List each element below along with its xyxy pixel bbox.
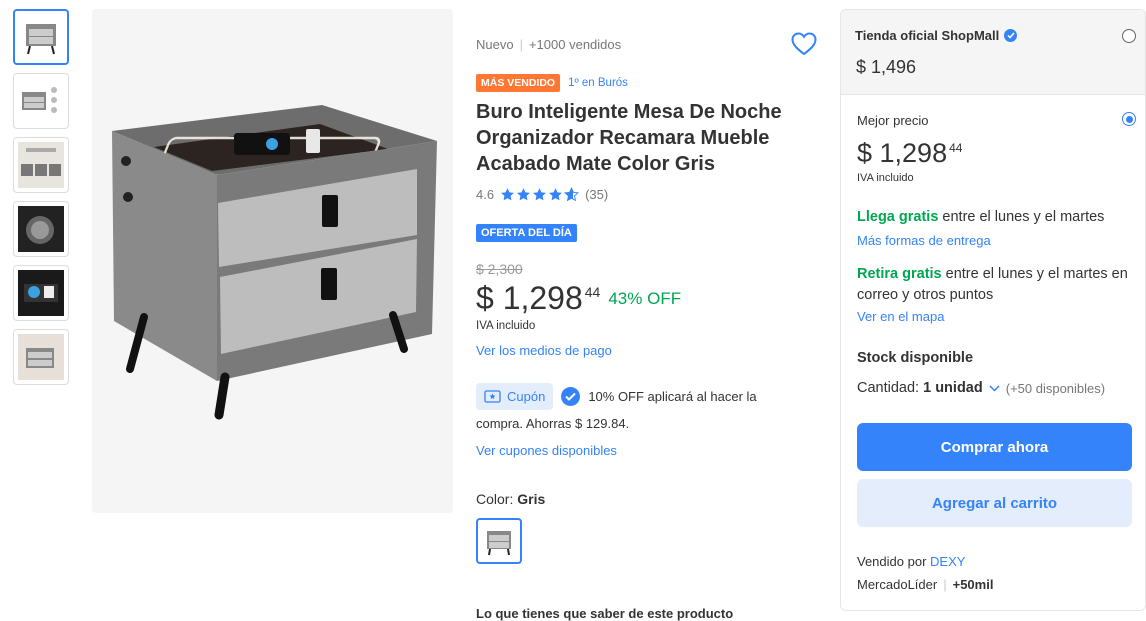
buy-now-button[interactable]: Comprar ahora [857,423,1132,471]
discount-label: 43% OFF [608,289,682,308]
quantity-label: Cantidad: [857,380,924,396]
thumbnail-4[interactable] [13,201,69,257]
star-icon [549,188,563,201]
quantity-value: 1 unidad [923,380,983,396]
best-price-tax: IVA incluido [857,172,914,184]
shipping-info: Llega gratis entre el lunes y el martes [857,209,1104,225]
color-swatch-gris[interactable] [476,518,522,564]
store-name-row: Tienda oficial ShopMall [855,28,1018,43]
color-selector-label: Color: Gris [476,491,545,507]
seller-name-link[interactable]: DEXY [930,554,965,569]
thumbnail-2[interactable] [13,73,69,129]
nightstand-swatch-icon [487,531,511,556]
badge-row: MÁS VENDIDO 1º en Burós [476,74,628,92]
chevron-down-icon [989,384,1000,392]
free-pickup-label: Retira gratis [857,266,942,282]
product-subtitle: Nuevo | +1000 vendidos [476,37,621,52]
thumbnail-1[interactable] [13,9,69,65]
star-icon [533,188,547,201]
shipping-dates: entre el lunes y el martes [938,209,1105,225]
coupon-row: Cupón 10% OFF aplicará al hacer la [476,383,757,410]
quantity-selector[interactable]: Cantidad: 1 unidad (+50 disponibles) [857,380,1105,396]
quantity-available: (+50 disponibles) [1005,380,1106,396]
favorite-heart-icon[interactable] [791,32,817,56]
best-price-label: Mejor precio [857,113,929,128]
add-to-cart-button[interactable]: Agregar al carrito [857,479,1132,527]
best-price-cents: 44 [949,141,963,155]
seller-reputation: MercadoLíder | +50mil [857,577,993,592]
product-highlights-heading: Lo que tienes que saber de este producto [476,606,734,621]
buy-box: Tienda oficial ShopMall $ 1,496 Mejor pr… [840,9,1146,611]
store-price: $ 1,496 [856,57,917,77]
stock-status: Stock disponible [857,350,974,366]
sold-count: +1000 vendidos [528,37,622,52]
product-title: Buro Inteligente Mesa De Noche Organizad… [476,101,782,175]
pickup-info: Retira gratis entre el lunes y el martes… [857,264,1142,306]
price-cents: 44 [584,284,601,300]
thumbnail-3[interactable] [13,137,69,193]
offer-of-day-badge: OFERTA DEL DÍA [476,224,577,242]
best-seller-badge: MÁS VENDIDO [476,74,561,92]
tax-note: IVA incluido [476,320,536,332]
thumbnail-gallery [13,9,70,393]
available-coupons-link[interactable]: Ver cupones disponibles [476,443,617,458]
more-delivery-options-link[interactable]: Más formas de entrega [857,233,991,248]
condition-text: Nuevo [476,37,514,52]
payment-methods-link[interactable]: Ver los medios de pago [476,343,612,358]
store-radio-button[interactable] [1122,29,1136,43]
coupon-chip[interactable]: Cupón [476,383,554,410]
rating-stars [500,187,580,202]
coupon-ticket-icon [484,390,501,403]
rating-value: 4.6 [476,187,495,202]
mercadolider-label: MercadoLíder [857,577,938,592]
star-half-icon [564,187,580,202]
official-store-option[interactable]: Tienda oficial ShopMall $ 1,496 [841,10,1145,95]
old-price: $ 2,300 [476,261,523,277]
nightstand-illustration [112,105,437,420]
best-price: $ 1,298 [857,138,948,168]
price-row: $ 1,298 44 43% OFF [476,280,681,316]
color-value: Gris [517,491,546,507]
coupon-savings-text: compra. Ahorras $ 129.84. [476,416,630,431]
divider: | [943,577,947,592]
free-shipping-label: Llega gratis [857,209,939,225]
coupon-text: 10% OFF aplicará al hacer la [588,389,757,404]
color-label: Color: [476,491,518,507]
coupon-label: Cupón [507,389,546,404]
ranking-link[interactable]: 1º en Burós [568,77,628,89]
price: $ 1,298 [476,280,583,316]
divider: | [519,37,523,52]
product-main-image[interactable] [92,9,453,513]
see-map-link[interactable]: Ver en el mapa [857,309,944,324]
verified-check-icon [1004,29,1018,42]
thumbnail-5[interactable] [13,265,69,321]
star-icon [517,188,531,201]
best-price-radio-button[interactable] [1122,112,1136,126]
seller-info: Vendido por DEXY [857,554,965,569]
coupon-check-icon[interactable] [561,387,581,406]
best-price-row: $ 1,298 44 [857,138,962,168]
rating-row[interactable]: 4.6 (35) [476,187,608,202]
sold-by-label: Vendido por [857,554,931,569]
seller-sales-count: +50mil [952,577,994,592]
star-icon [501,188,515,201]
store-name: Tienda oficial ShopMall [855,28,1000,43]
reviews-count: (35) [585,187,609,202]
thumbnail-6[interactable] [13,329,69,385]
